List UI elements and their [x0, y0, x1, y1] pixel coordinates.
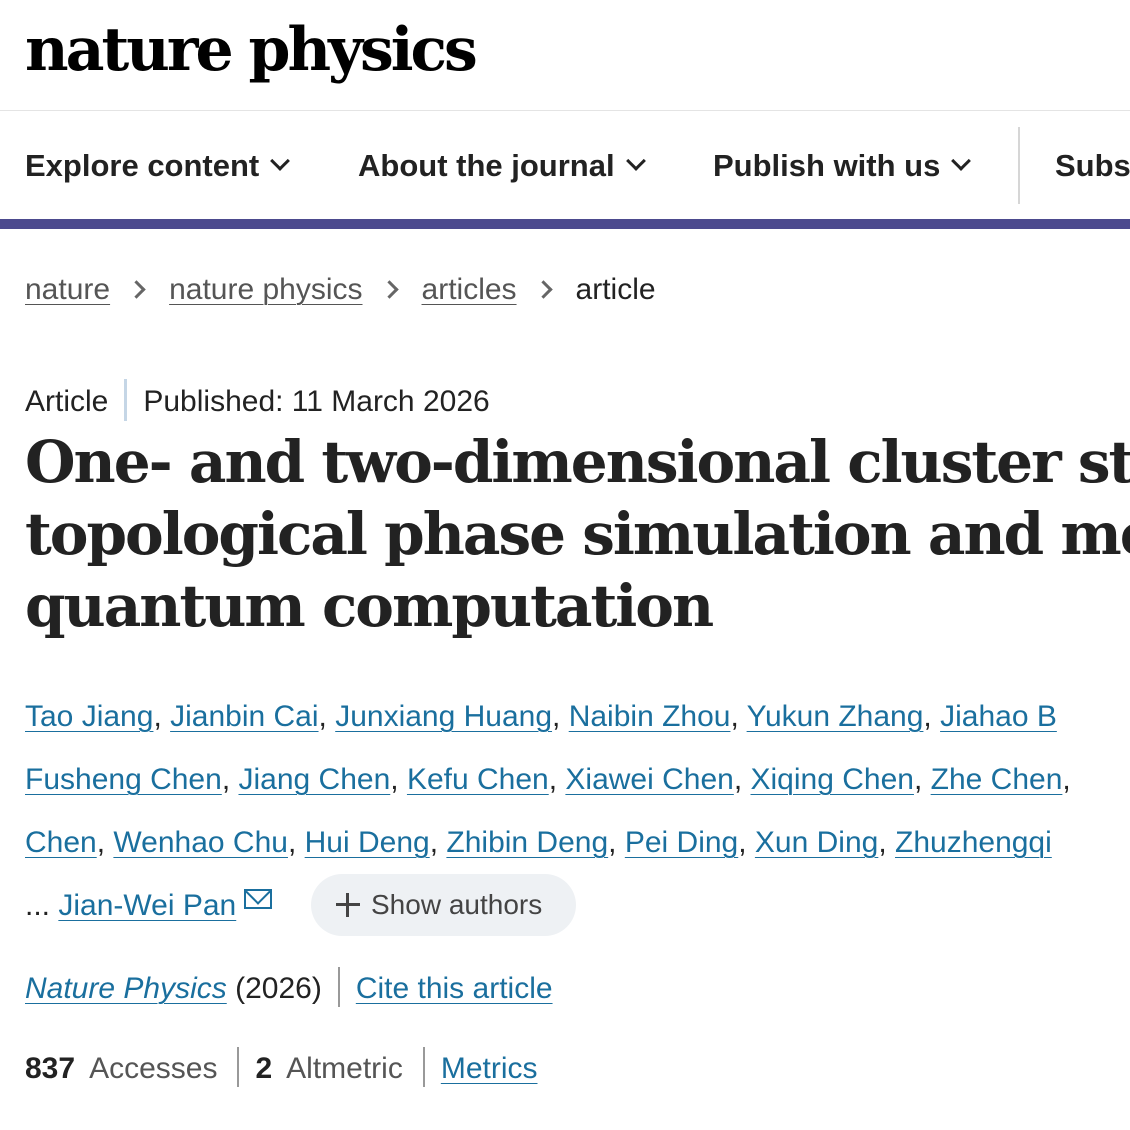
breadcrumb-current: article [575, 273, 656, 306]
author-link[interactable]: Xiqing Chen [751, 763, 914, 796]
author-line: Tao Jiang, Jianbin Cai, Junxiang Huang, … [25, 685, 1130, 748]
show-authors-label: Show authors [371, 889, 543, 920]
author-separator: , [429, 826, 447, 859]
title-line: quantum computation [25, 572, 714, 640]
breadcrumb: nature nature physics articles article [25, 270, 656, 310]
author-separator: , [730, 700, 747, 733]
article-meta: Article Published: 11 March 2026 [25, 379, 490, 422]
author-link[interactable]: Kefu Chen [407, 763, 549, 796]
altmetric-count: 2 [255, 1052, 273, 1085]
author-link[interactable]: Xiawei Chen [565, 763, 733, 796]
author-separator: , [390, 763, 407, 796]
meta-divider [124, 379, 128, 422]
article-page: nature physics Explore content About the… [0, 0, 1130, 1130]
author-link[interactable]: Naibin Zhou [569, 700, 731, 733]
nav-divider [1018, 127, 1020, 204]
author-link[interactable]: Pei Ding [625, 826, 738, 859]
nav-about-journal[interactable]: About the journal [358, 146, 646, 186]
chevron-right-icon [127, 280, 146, 299]
author-separator: , [733, 763, 751, 796]
title-line: topological phase simulation and measur [25, 500, 1130, 568]
author-link[interactable]: Zhe Chen [931, 763, 1063, 796]
author-link[interactable]: Xun Ding [755, 826, 878, 859]
chevron-down-icon [270, 151, 291, 171]
nav-accent-bar [0, 219, 1130, 229]
published-date: Published: 11 March 2026 [143, 385, 490, 418]
author-link[interactable]: Tao Jiang [25, 700, 153, 733]
author-link[interactable]: Hui Deng [305, 826, 430, 859]
journal-logo[interactable]: nature physics [25, 14, 478, 86]
author-separator: , [738, 826, 755, 859]
author-line: Fusheng Chen, Jiang Chen, Kefu Chen, Xia… [25, 748, 1130, 811]
author-link[interactable]: Jiang Chen [238, 763, 390, 796]
author-line-last: ... Jian-Wei Pan Show authors [25, 874, 1130, 937]
author-list: Tao Jiang, Jianbin Cai, Junxiang Huang, … [25, 685, 1130, 937]
breadcrumb-articles[interactable]: articles [422, 273, 517, 306]
accesses-count: 837 [25, 1052, 76, 1085]
nav-about-journal-label: About the journal [358, 148, 615, 183]
author-separator: , [913, 763, 931, 796]
author-link[interactable]: Fusheng Chen [25, 763, 222, 796]
metrics-divider [237, 1047, 240, 1088]
author-link[interactable]: Chen [25, 826, 97, 859]
author-separator: , [1062, 763, 1071, 796]
author-link[interactable]: Jianbin Cai [170, 700, 318, 733]
author-separator: , [923, 700, 941, 733]
mail-icon[interactable] [244, 889, 273, 910]
author-separator: , [608, 826, 625, 859]
chevron-down-icon [951, 151, 972, 171]
author-link[interactable]: Yukun Zhang [747, 700, 924, 733]
author-link[interactable]: Zhuzhengqi [895, 826, 1052, 859]
author-line: Chen, Wenhao Chu, Hui Deng, Zhibin Deng,… [25, 811, 1130, 874]
chevron-down-icon [625, 151, 646, 171]
author-separator: , [552, 700, 569, 733]
chevron-right-icon [379, 280, 399, 299]
article-type: Article [25, 385, 109, 418]
author-link[interactable]: Junxiang Huang [335, 700, 552, 733]
accesses-label: Accesses [89, 1052, 218, 1085]
nav-subscribe-label: Subs [1055, 148, 1130, 183]
breadcrumb-nature[interactable]: nature [25, 273, 110, 306]
author-separator: , [221, 763, 239, 796]
article-metrics: 837 Accesses 2 Altmetric Metrics [25, 1047, 538, 1090]
author-link[interactable]: Zhibin Deng [446, 826, 608, 859]
nav-explore-content[interactable]: Explore content [25, 146, 291, 186]
chevron-right-icon [533, 280, 553, 299]
cite-article-link[interactable]: Cite this article [356, 972, 553, 1005]
author-ellipsis: ... [25, 889, 51, 922]
title-line: One- and two-dimensional cluster states … [25, 428, 1130, 496]
author-separator: , [96, 826, 114, 859]
author-separator: , [287, 826, 305, 859]
article-title: One- and two-dimensional cluster states … [25, 426, 1130, 642]
metrics-link[interactable]: Metrics [441, 1052, 538, 1085]
masthead: nature physics [0, 0, 1130, 111]
author-separator: , [318, 700, 336, 733]
journal-name-link[interactable]: Nature Physics [25, 972, 227, 1005]
author-separator: , [878, 826, 895, 859]
main-nav: Explore content About the journal Publis… [0, 111, 1130, 219]
author-separator: , [153, 700, 171, 733]
altmetric-label: Altmetric [286, 1052, 403, 1085]
nav-publish-with-us-label: Publish with us [713, 148, 941, 183]
author-link[interactable]: Wenhao Chu [113, 826, 288, 859]
metrics-divider [422, 1047, 425, 1088]
nav-explore-content-label: Explore content [25, 148, 260, 183]
nav-publish-with-us[interactable]: Publish with us [713, 146, 972, 186]
author-separator: , [548, 763, 566, 796]
journal-year: (2026) [235, 972, 322, 1005]
show-authors-button[interactable]: Show authors [311, 874, 576, 936]
corresponding-author[interactable]: Jian-Wei Pan [58, 889, 236, 922]
journal-divider [337, 967, 340, 1008]
breadcrumb-nature-physics[interactable]: nature physics [169, 273, 362, 306]
nav-subscribe[interactable]: Subs [1055, 146, 1130, 186]
journal-citation: Nature Physics (2026) Cite this article [25, 967, 553, 1010]
plus-icon [336, 893, 360, 917]
author-link[interactable]: Jiahao B [940, 700, 1057, 733]
